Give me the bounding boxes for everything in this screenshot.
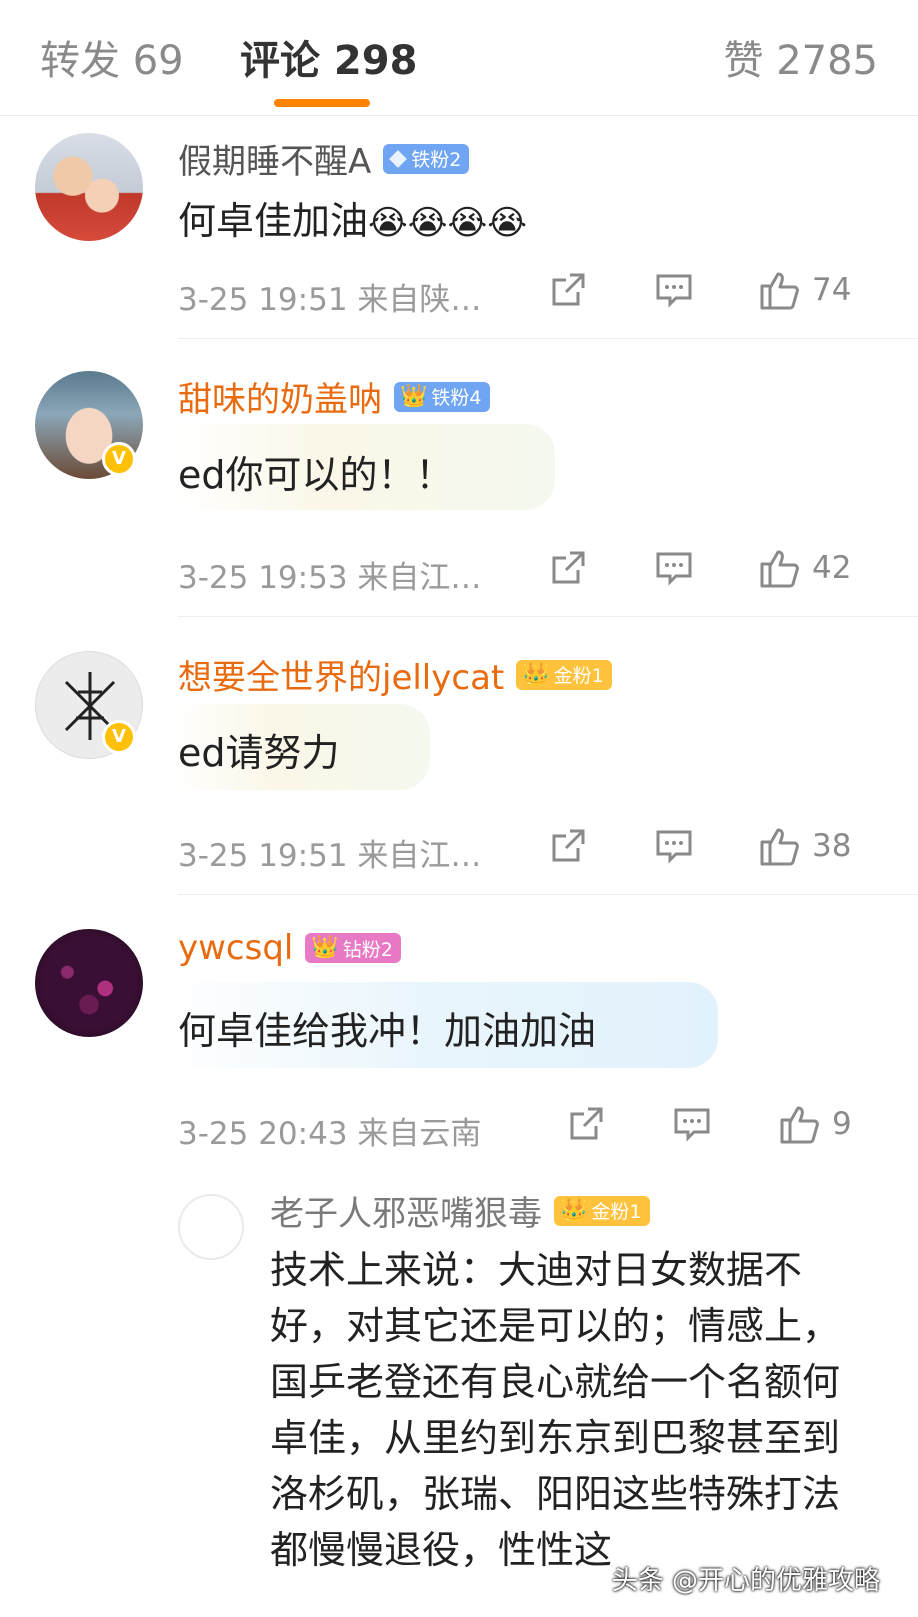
thumbs-up-icon [760, 828, 799, 866]
comment-icon [674, 1108, 710, 1142]
like-button[interactable]: 74 [758, 268, 851, 312]
comment-text: ed你可以的！！ [178, 453, 454, 497]
fan-badge-label: 钻粉2 [342, 938, 393, 961]
reply-text: 技术上来说：大迪对日女数据不好，对其它还是可以的；情感上，国乒老登还有良心就给一… [270, 1248, 841, 1572]
fan-badge-label: 铁粉2 [411, 149, 462, 171]
comment-text: 何卓佳给我冲！加油加油 [178, 1009, 597, 1053]
fan-badge: 👑 钻粉2 [305, 933, 401, 963]
share-icon [552, 273, 585, 306]
like-count: 9 [832, 1106, 852, 1142]
username[interactable]: 想要全世界的jellycat [178, 650, 504, 699]
like-count: 74 [812, 272, 852, 308]
reply-button[interactable] [654, 548, 694, 588]
crown-icon: 👑 [311, 935, 339, 960]
tab-likes[interactable]: 赞 2785 [723, 28, 878, 86]
comment-header: 想要全世界的jellycat 👑 金粉1 [178, 650, 612, 699]
fan-badge: 👑 铁粉4 [394, 381, 490, 412]
crown-icon: 👑 [560, 1197, 588, 1223]
like-button[interactable]: 38 [758, 824, 851, 868]
fan-badge: 👑 金粉1 [554, 1195, 650, 1226]
like-count: 38 [812, 828, 852, 864]
avatar[interactable] [35, 929, 143, 1037]
comment-text: 何卓佳加油😭😭😭😭 [178, 190, 527, 245]
share-button[interactable] [548, 826, 588, 866]
share-button[interactable] [548, 548, 588, 588]
fan-badge-label: 铁粉4 [431, 387, 482, 409]
share-icon [570, 1107, 603, 1140]
fan-badge-label: 金粉1 [591, 1201, 642, 1223]
comment-meta: 3-25 19:51 来自江… [178, 838, 482, 874]
divider [178, 894, 918, 895]
share-icon [552, 551, 585, 584]
active-tab-indicator [274, 99, 370, 107]
comment-icon [656, 552, 692, 586]
tab-comments[interactable]: 评论 298 [240, 28, 417, 86]
comment-text: ed请努力 [178, 731, 340, 775]
share-button[interactable] [548, 270, 588, 310]
comment-meta: 3-25 19:51 来自陕… [178, 282, 482, 318]
comment-header: ywcsql 👑 钻粉2 [178, 928, 401, 968]
crown-icon: 👑 [522, 661, 550, 687]
share-button[interactable] [566, 1104, 606, 1144]
verified-badge-icon: V [102, 720, 136, 754]
username[interactable]: 甜味的奶盖呐 [178, 372, 382, 421]
crying-emoji-icons: 😭😭😭😭 [368, 203, 527, 243]
comment-meta: 3-25 19:53 来自江… [178, 560, 482, 596]
reply-button[interactable] [672, 1104, 712, 1144]
comment-icon [656, 830, 692, 864]
thumbs-up-icon [760, 550, 799, 588]
divider [178, 616, 918, 617]
fan-badge: 铁粉2 [383, 143, 470, 174]
comment-header: 甜味的奶盖呐 👑 铁粉4 [178, 372, 490, 421]
username[interactable]: 假期睡不醒A [178, 134, 371, 183]
verified-badge-icon: V [102, 442, 136, 476]
comment-header: 假期睡不醒A 铁粉2 [178, 134, 470, 183]
like-button[interactable]: 9 [778, 1102, 852, 1146]
comment-icon [656, 274, 692, 308]
username[interactable]: 老子人邪恶嘴狠毒 [270, 1186, 542, 1235]
avatar[interactable] [178, 1194, 244, 1260]
diamond-icon [389, 149, 408, 168]
fan-badge-label: 金粉1 [553, 665, 604, 687]
comment-text-content: 何卓佳加油 [178, 199, 369, 243]
reply-button[interactable] [654, 826, 694, 866]
watermark: 头条 @开心的优雅攻略 [611, 1566, 880, 1596]
avatar[interactable] [35, 133, 143, 241]
thumbs-up-icon [760, 272, 799, 310]
divider [178, 338, 918, 339]
reply-button[interactable] [654, 270, 694, 310]
thumbs-up-icon [780, 1106, 819, 1144]
like-button[interactable]: 42 [758, 546, 851, 590]
reply-header: 老子人邪恶嘴狠毒 👑 金粉1 [270, 1186, 650, 1235]
like-count: 42 [812, 550, 852, 586]
comment-meta: 3-25 20:43 来自云南 [178, 1116, 482, 1152]
username[interactable]: ywcsql [178, 928, 293, 968]
comment-tabs: 转发 69 评论 298 赞 2785 [0, 0, 918, 116]
tab-forward[interactable]: 转发 69 [40, 28, 184, 86]
fan-badge: 👑 金粉1 [516, 659, 612, 690]
crown-icon: 👑 [400, 383, 428, 409]
share-icon [552, 829, 585, 862]
